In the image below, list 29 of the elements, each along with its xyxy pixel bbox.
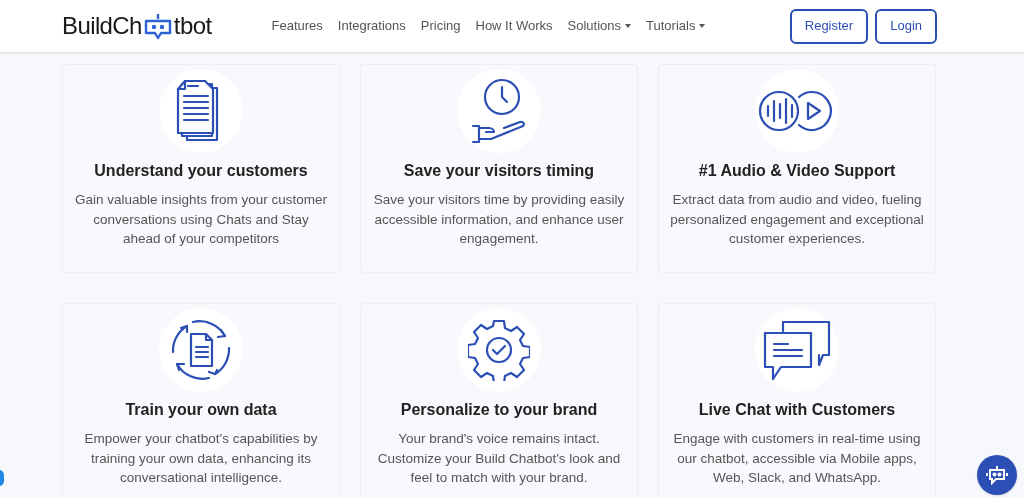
- feature-description: Extract data from audio and video, fueling personalized engagement and exceptional customer experiences.: [669, 191, 925, 248]
- chat-robot-icon: [142, 13, 173, 41]
- feature-description: Your brand's voice remains intact. Customize your Build Chatbot's look and feel to match with your brand.: [376, 430, 622, 487]
- feature-description: Gain valuable insights from your customer conversations using Chats and Stay ahead of your competitors: [73, 191, 329, 248]
- chatbot-button[interactable]: [977, 455, 1017, 495]
- logo-text: tbot: [173, 11, 212, 41]
- logo-text: BuildCh: [62, 11, 142, 41]
- feature-description: Empower your chatbot's capabilities by training your own data, enhancing its conversational intelligence.: [83, 430, 319, 487]
- clock-in-hand-icon: [470, 78, 528, 144]
- nav-link[interactable]: Features: [271, 16, 323, 36]
- nav-link[interactable]: Solutions: [567, 16, 632, 36]
- feature-title: #1 Audio & Video Support: [698, 161, 896, 181]
- feature-title: Save your visitors timing: [403, 161, 595, 181]
- feature-title: Understand your customers: [94, 161, 308, 181]
- nav-link[interactable]: Pricing: [420, 16, 461, 36]
- feature-description: Save your visitors time by providing easily accessible information, and enhance user engagement.: [372, 191, 626, 248]
- nav-link[interactable]: How It Works: [475, 16, 553, 36]
- auth-button[interactable]: Login: [875, 8, 937, 44]
- feature-title: Live Chat with Customers: [698, 400, 896, 420]
- feature-title: Train your own data: [125, 400, 277, 420]
- robot-icon: [985, 465, 1009, 485]
- document-cycle-icon: [169, 318, 233, 382]
- feature-title: Personalize to your brand: [400, 400, 598, 420]
- gear-check-icon: [468, 319, 530, 381]
- nav-link[interactable]: Tutorials: [646, 16, 706, 36]
- nav-link[interactable]: Integrations: [337, 16, 406, 36]
- chat-bubbles-icon: [763, 319, 831, 381]
- auth-button[interactable]: Register: [789, 8, 869, 44]
- feature-description: Engage with customers in real-time using our chatbot, accessible via Mobile apps, Web, Slack, and WhatsApp.: [672, 430, 922, 487]
